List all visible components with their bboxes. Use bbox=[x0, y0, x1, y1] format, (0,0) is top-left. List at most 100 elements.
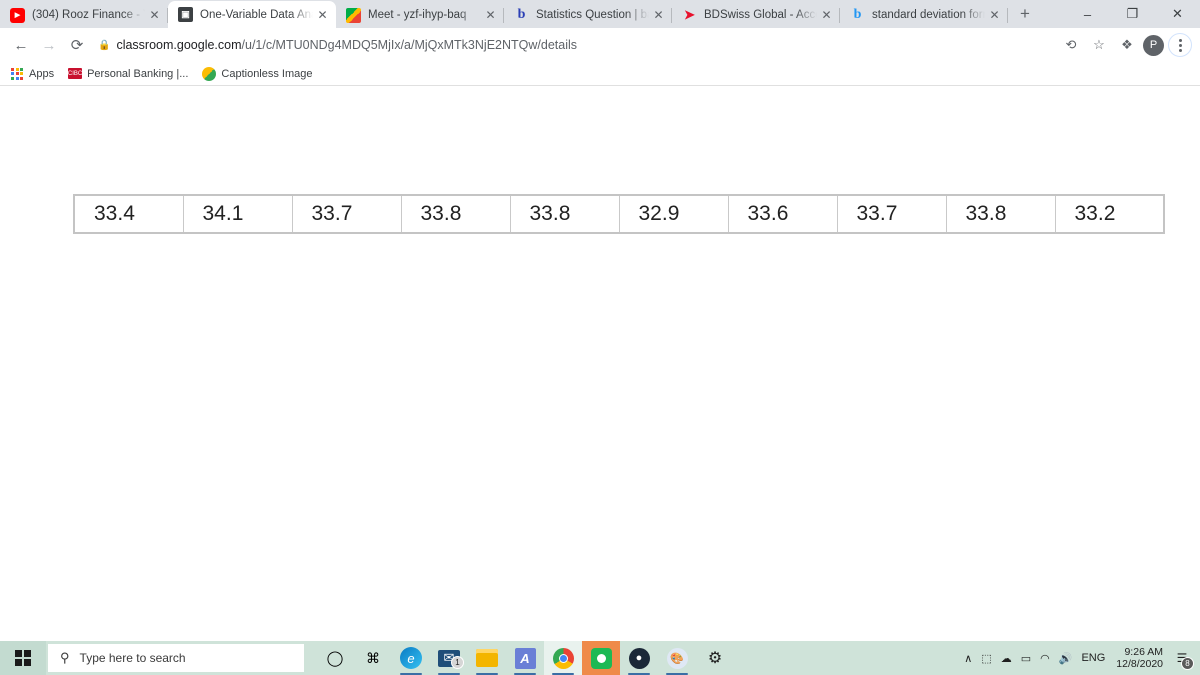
language-indicator[interactable]: ENG bbox=[1081, 652, 1105, 664]
tab-title: (304) Rooz Finance - YouTube bbox=[32, 9, 145, 21]
bookmark-captionless-image[interactable]: Captionless Image bbox=[202, 66, 313, 81]
toolbar-actions: ⟲ ☆ ❖ P bbox=[1059, 33, 1192, 57]
close-button[interactable]: ✕ bbox=[1155, 0, 1200, 28]
bartleby-icon: b bbox=[517, 7, 526, 22]
paint-icon: 🎨 bbox=[666, 647, 688, 669]
maximize-button[interactable]: ❐ bbox=[1110, 0, 1155, 28]
bookmarks-bar: Apps CIBC Personal Banking |... Captionl… bbox=[0, 62, 1200, 86]
system-tray: ∧ ⬚ ☁ ▭ ◠ 🔊 ENG 9:26 AM 12/8/2020 ☰ 8 bbox=[964, 641, 1200, 675]
url-path: /u/1/c/MTU0NDg4MDQ5MjIx/a/MjQxMTk3NjE2NT… bbox=[241, 38, 577, 52]
taskbar-app-blue-a-app[interactable]: A bbox=[506, 641, 544, 675]
browser-tab-0[interactable]: ▶ (304) Rooz Finance - YouTube ✕ bbox=[0, 2, 168, 28]
avatar[interactable]: P bbox=[1143, 34, 1164, 56]
bookmark-label: Personal Banking |... bbox=[87, 67, 189, 80]
task-view-icon[interactable]: ⌘ bbox=[354, 641, 392, 675]
tab-close-icon[interactable]: ✕ bbox=[483, 8, 498, 23]
extensions-icon[interactable]: ❖ bbox=[1115, 33, 1139, 57]
new-tab-button[interactable]: + bbox=[1012, 1, 1038, 27]
search-placeholder: Type here to search bbox=[79, 651, 186, 665]
tab-title: One-Variable Data Analysis S bbox=[200, 8, 313, 21]
blue-a-app-icon: A bbox=[514, 647, 536, 669]
browser-tab-4[interactable]: ➤ BDSwiss Global - Account Po ✕ bbox=[672, 2, 840, 28]
tab-close-icon[interactable]: ✕ bbox=[315, 7, 330, 22]
address-bar[interactable]: 🔒 classroom.google.com/u/1/c/MTU0NDg4MDQ… bbox=[98, 32, 1057, 58]
bdswiss-icon: ➤ bbox=[684, 7, 695, 22]
clock[interactable]: 9:26 AM 12/8/2020 bbox=[1116, 646, 1163, 670]
table-cell: 34.1 bbox=[182, 194, 293, 234]
taskbar-app-paint[interactable]: 🎨 bbox=[658, 641, 696, 675]
file-explorer-icon bbox=[476, 649, 498, 667]
google-meet-icon bbox=[346, 7, 361, 23]
green-chat-app-icon bbox=[590, 647, 612, 669]
tab-title: Meet - yzf-ihyp-baq bbox=[368, 9, 467, 21]
taskbar-app-green-chat-app[interactable] bbox=[582, 641, 620, 675]
bing-icon: b bbox=[853, 7, 862, 22]
browser-toolbar: ← → ⟳ 🔒 classroom.google.com/u/1/c/MTU0N… bbox=[0, 28, 1200, 62]
start-button[interactable] bbox=[0, 641, 46, 675]
table-cell: 33.6 bbox=[727, 194, 838, 234]
tab-title: BDSwiss Global - Account Po bbox=[704, 9, 817, 21]
forward-button[interactable]: → bbox=[36, 32, 62, 58]
taskbar-app-microsoft-edge[interactable]: e bbox=[392, 641, 430, 675]
minimize-button[interactable]: – bbox=[1065, 0, 1110, 28]
browser-tab-2[interactable]: Meet - yzf-ihyp-baq ✕ bbox=[336, 2, 504, 28]
bookmark-star-icon[interactable]: ☆ bbox=[1087, 33, 1111, 57]
search-icon: ⚲ bbox=[60, 650, 70, 665]
bookmark-personal-banking[interactable]: CIBC Personal Banking |... bbox=[68, 68, 188, 80]
table-cell: 32.9 bbox=[618, 194, 729, 234]
cortana-icon[interactable]: ◯ bbox=[316, 641, 354, 675]
volume-icon[interactable]: 🔊 bbox=[1059, 652, 1073, 665]
bookmark-apps[interactable]: Apps bbox=[10, 67, 54, 81]
windows-taskbar: ⚲ Type here to search ◯ ⌘ e ✉ 1 A ● 🎨 ⚙ … bbox=[0, 641, 1200, 675]
chevron-up-icon[interactable]: ∧ bbox=[964, 652, 972, 665]
table-cell: 33.7 bbox=[836, 194, 947, 234]
browser-window: ▶ (304) Rooz Finance - YouTube ✕ ▣ One-V… bbox=[0, 0, 1200, 641]
taskbar-app-file-explorer[interactable] bbox=[468, 641, 506, 675]
lock-icon: 🔒 bbox=[98, 39, 111, 51]
battery-icon[interactable]: ▭ bbox=[1021, 652, 1031, 665]
taskbar-items: ◯ ⌘ e ✉ 1 A ● 🎨 ⚙ bbox=[316, 641, 734, 675]
bookmark-label: Apps bbox=[29, 67, 55, 80]
url-host: classroom.google.com bbox=[116, 38, 242, 52]
google-chrome-icon bbox=[552, 647, 574, 669]
data-table: 33.4 34.1 33.7 33.8 33.8 32.9 33.6 33.7 … bbox=[73, 194, 1165, 234]
table-cell: 33.8 bbox=[509, 194, 620, 234]
microsoft-edge-icon: e bbox=[400, 647, 422, 669]
tab-close-icon[interactable]: ✕ bbox=[147, 8, 162, 23]
table-cell: 33.8 bbox=[400, 194, 511, 234]
url-text: classroom.google.com/u/1/c/MTU0NDg4MDQ5M… bbox=[116, 38, 577, 52]
window-controls: – ❐ ✕ bbox=[1065, 0, 1200, 28]
notification-badge: 8 bbox=[1181, 657, 1194, 670]
translate-icon[interactable]: ⟲ bbox=[1059, 33, 1083, 57]
wifi-icon[interactable]: ◠ bbox=[1040, 652, 1050, 665]
browser-tab-3[interactable]: b Statistics Question | bartleby ✕ bbox=[504, 2, 672, 28]
clock-date: 12/8/2020 bbox=[1116, 658, 1163, 670]
bookmark-label: Captionless Image bbox=[221, 67, 313, 80]
table-cell: 33.2 bbox=[1054, 194, 1165, 234]
steam-icon: ● bbox=[628, 647, 650, 669]
tab-close-icon[interactable]: ✕ bbox=[987, 8, 1002, 23]
taskbar-app-settings[interactable]: ⚙ bbox=[696, 641, 734, 675]
tab-close-icon[interactable]: ✕ bbox=[819, 8, 834, 23]
table-cell: 33.4 bbox=[73, 194, 184, 234]
clock-time: 9:26 AM bbox=[1124, 646, 1163, 658]
browser-menu-icon[interactable] bbox=[1168, 33, 1192, 57]
notification-center-icon[interactable]: ☰ 8 bbox=[1172, 648, 1194, 670]
taskbar-app-steam[interactable]: ● bbox=[620, 641, 658, 675]
browser-tab-1[interactable]: ▣ One-Variable Data Analysis S ✕ bbox=[168, 1, 336, 28]
onedrive-cloud-icon[interactable]: ☁ bbox=[1001, 652, 1012, 665]
reload-button[interactable]: ⟳ bbox=[64, 32, 90, 58]
search-input[interactable]: ⚲ Type here to search bbox=[48, 644, 304, 672]
back-button[interactable]: ← bbox=[8, 32, 34, 58]
taskbar-app-mail[interactable]: ✉ 1 bbox=[430, 641, 468, 675]
cibc-icon: CIBC bbox=[68, 68, 82, 79]
mail-badge: 1 bbox=[451, 656, 464, 669]
google-classroom-icon: ▣ bbox=[178, 7, 193, 22]
browser-tab-5[interactable]: b standard deviation formula - ✕ bbox=[840, 2, 1008, 28]
table-cell: 33.7 bbox=[291, 194, 402, 234]
tab-close-icon[interactable]: ✕ bbox=[651, 8, 666, 23]
device-icon[interactable]: ⬚ bbox=[981, 652, 991, 665]
tab-strip: ▶ (304) Rooz Finance - YouTube ✕ ▣ One-V… bbox=[0, 0, 1200, 28]
taskbar-app-google-chrome[interactable] bbox=[544, 641, 582, 675]
tab-title: Statistics Question | bartleby bbox=[536, 9, 649, 21]
